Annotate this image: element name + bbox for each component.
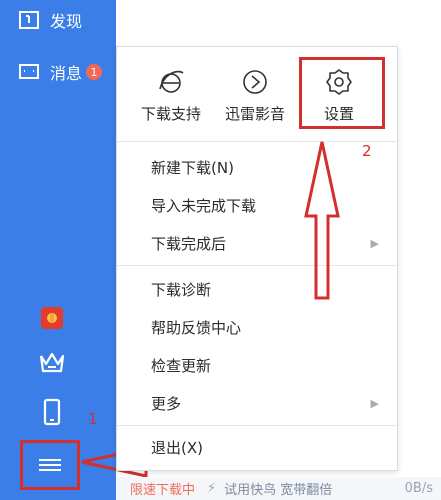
menu-item-label: 更多 [151,394,182,413]
discover-icon [19,11,39,29]
settings-highlight-box [299,57,385,129]
menu-item-label: 新建下载(N) [151,158,234,177]
menu-divider [117,265,397,266]
menu-item-label: 帮助反馈中心 [151,318,242,337]
status-bar: 限速下载中 ⚡ 试用快鸟 宽带翻倍 0B/s [116,477,441,500]
menu-item-label: 检查更新 [151,356,212,375]
menu-item-after-download[interactable]: 下载完成后 ▶ [151,231,391,255]
arrow-to-settings-icon [304,141,340,300]
sidebar: 发现 消息 1 [0,0,116,500]
menu-item-label: 下载完成后 [151,234,227,253]
ie-icon [159,70,184,93]
sidebar-item-messages[interactable]: 消息 1 [0,52,116,92]
crown-icon[interactable] [38,348,66,376]
menu-item-diagnose[interactable]: 下载诊断 [151,277,391,301]
menu-item-exit[interactable]: 退出(X) [151,435,391,459]
lightning-icon: ⚡ [207,481,217,496]
download-support-label: 下载支持 [140,105,201,123]
trial-kuainiao-link[interactable]: 试用快鸟 宽带翻倍 [224,479,332,498]
menu-icon [39,456,61,474]
message-count-badge: 1 [86,64,102,80]
sidebar-item-label: 发现 [50,12,83,31]
menu-item-more[interactable]: 更多 ▶ [151,391,391,415]
menu-item-check-update[interactable]: 检查更新 [151,353,391,377]
menu-item-import-unfinished[interactable]: 导入未完成下载 [151,193,391,217]
play-icon [243,70,267,94]
menu-item-new-download[interactable]: 新建下载(N) [151,155,391,179]
sidebar-item-discover[interactable]: 发现 [0,0,116,40]
menu-item-help-feedback[interactable]: 帮助反馈中心 [151,315,391,339]
menu-item-label: 导入未完成下载 [151,196,257,215]
message-icon [19,64,39,79]
annotation-step-1: 1 [88,410,98,428]
xunlei-player-label: 迅雷影音 [224,105,285,123]
sidebar-item-label: 消息 [50,64,83,83]
speed-limited-status[interactable]: 限速下载中 [130,479,195,498]
submenu-arrow-icon: ▶ [370,236,379,250]
menu-divider [117,425,397,426]
phone-icon[interactable] [38,398,66,426]
annotation-step-2: 2 [362,142,372,160]
download-support-button[interactable]: 下载支持 [131,67,211,131]
menu-item-label: 退出(X) [151,438,203,457]
main-menu-popup: 下载支持 迅雷影音 设置 新建下载(N) 导入未完成下载 下载完成后 ▶ 下载诊断… [116,46,398,471]
download-speed: 0B/s [404,481,433,496]
xunlei-player-button[interactable]: 迅雷影音 [215,67,295,131]
menu-item-label: 下载诊断 [151,280,212,299]
menu-divider [117,141,397,142]
menu-button[interactable] [20,440,80,490]
submenu-arrow-icon: ▶ [370,396,379,410]
gift-icon[interactable] [38,304,66,332]
